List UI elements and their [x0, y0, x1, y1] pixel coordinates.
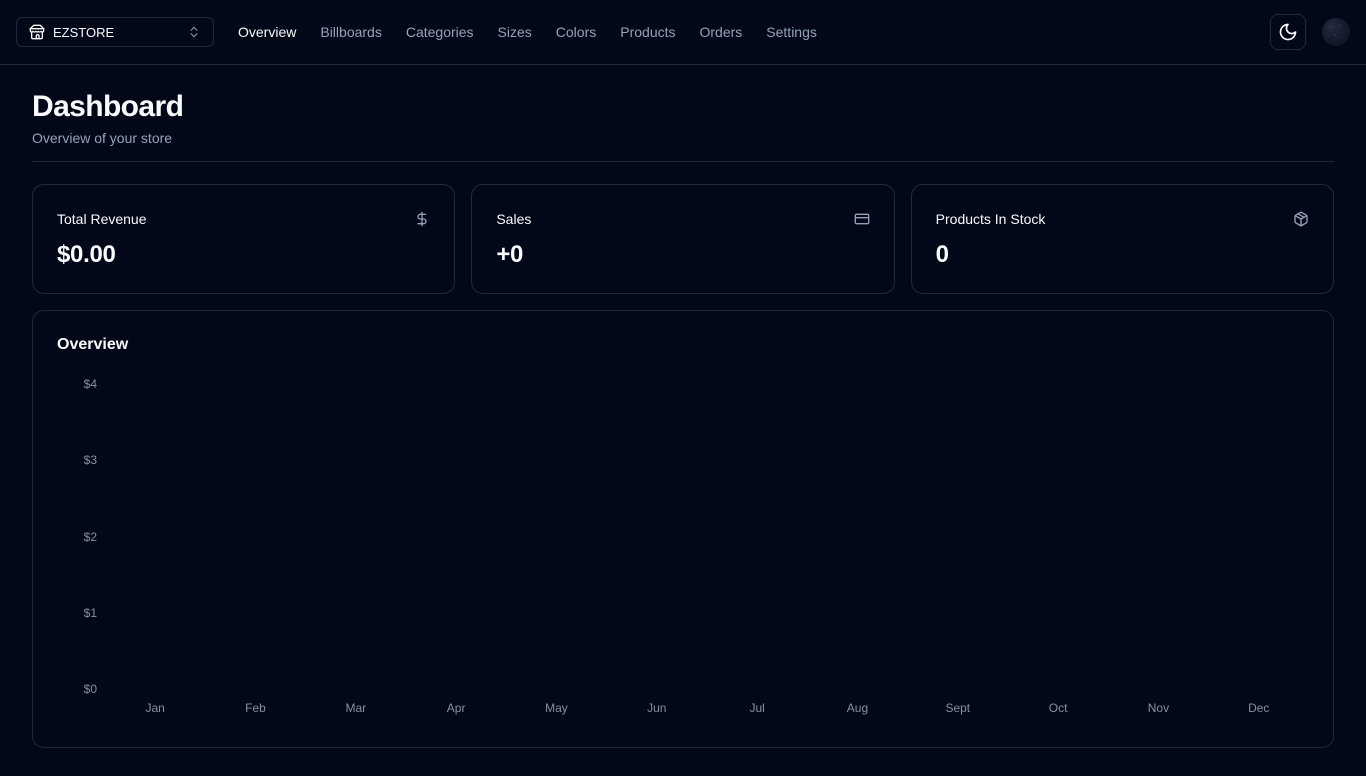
- store-switcher-label: EZSTORE: [53, 25, 114, 40]
- stat-card-products-in-stock: Products In Stock 0: [911, 184, 1334, 294]
- nav-link-products[interactable]: Products: [620, 24, 675, 40]
- nav-link-orders[interactable]: Orders: [700, 24, 743, 40]
- stat-value: 0: [936, 241, 1309, 269]
- overview-chart-title: Overview: [57, 335, 1309, 355]
- chart-y-axis: $4 $3 $2 $1 $0: [57, 377, 105, 697]
- y-axis-tick: $1: [84, 606, 97, 621]
- nav-link-colors[interactable]: Colors: [556, 24, 596, 40]
- store-icon: [29, 24, 45, 40]
- overview-chart-card: Overview $4 $3 $2 $1 $0 Jan Feb Mar Apr …: [32, 310, 1334, 748]
- chart-plot-area: [105, 377, 1309, 697]
- x-axis-tick: May: [506, 701, 606, 723]
- main-nav: Overview Billboards Categories Sizes Col…: [238, 24, 817, 40]
- y-axis-tick: $3: [84, 453, 97, 468]
- nav-link-categories[interactable]: Categories: [406, 24, 474, 40]
- x-axis-tick: Jan: [105, 701, 205, 723]
- x-axis-tick: Dec: [1209, 701, 1309, 723]
- x-axis-tick: Mar: [306, 701, 406, 723]
- x-axis-tick: Apr: [406, 701, 506, 723]
- dollar-sign-icon: [414, 211, 430, 227]
- stat-card-sales: Sales +0: [471, 184, 894, 294]
- page-subtitle: Overview of your store: [32, 129, 1334, 147]
- chevrons-up-down-icon: [187, 25, 201, 39]
- y-axis-tick: $4: [84, 377, 97, 392]
- navbar: EZSTORE Overview Billboards Categories S…: [0, 0, 1366, 65]
- nav-link-billboards[interactable]: Billboards: [320, 24, 381, 40]
- moon-icon: [1278, 22, 1298, 42]
- stat-value: +0: [496, 241, 869, 269]
- y-axis-tick: $2: [84, 530, 97, 545]
- user-avatar[interactable]: [1322, 18, 1350, 46]
- x-axis-tick: Jun: [607, 701, 707, 723]
- theme-toggle-button[interactable]: [1270, 14, 1306, 50]
- stat-title: Total Revenue: [57, 209, 147, 229]
- store-switcher-left: EZSTORE: [29, 24, 114, 40]
- separator: [32, 161, 1334, 162]
- stats-row: Total Revenue $0.00 Sales +0: [32, 184, 1334, 294]
- main-content: Dashboard Overview of your store Total R…: [0, 65, 1366, 772]
- x-axis-tick: Aug: [807, 701, 907, 723]
- nav-link-settings[interactable]: Settings: [766, 24, 817, 40]
- y-axis-tick: $0: [84, 682, 97, 697]
- stat-title: Sales: [496, 209, 531, 229]
- revenue-bar-chart: $4 $3 $2 $1 $0 Jan Feb Mar Apr May Jun J…: [57, 377, 1309, 723]
- x-axis-tick: Jul: [707, 701, 807, 723]
- stat-title: Products In Stock: [936, 209, 1046, 229]
- x-axis-tick: Nov: [1108, 701, 1208, 723]
- x-axis-tick: Sept: [908, 701, 1008, 723]
- nav-link-overview[interactable]: Overview: [238, 24, 296, 40]
- x-axis-tick: Oct: [1008, 701, 1108, 723]
- package-icon: [1293, 211, 1309, 227]
- nav-link-sizes[interactable]: Sizes: [498, 24, 532, 40]
- stat-card-header: Products In Stock: [936, 209, 1309, 229]
- navbar-right: [1270, 14, 1350, 50]
- credit-card-icon: [854, 211, 870, 227]
- stat-card-header: Sales: [496, 209, 869, 229]
- store-switcher-button[interactable]: EZSTORE: [16, 17, 214, 47]
- stat-value: $0.00: [57, 241, 430, 269]
- x-axis-tick: Feb: [205, 701, 305, 723]
- chart-x-axis: Jan Feb Mar Apr May Jun Jul Aug Sept Oct…: [105, 697, 1309, 723]
- stat-card-header: Total Revenue: [57, 209, 430, 229]
- stat-card-total-revenue: Total Revenue $0.00: [32, 184, 455, 294]
- page-title: Dashboard: [32, 89, 1334, 125]
